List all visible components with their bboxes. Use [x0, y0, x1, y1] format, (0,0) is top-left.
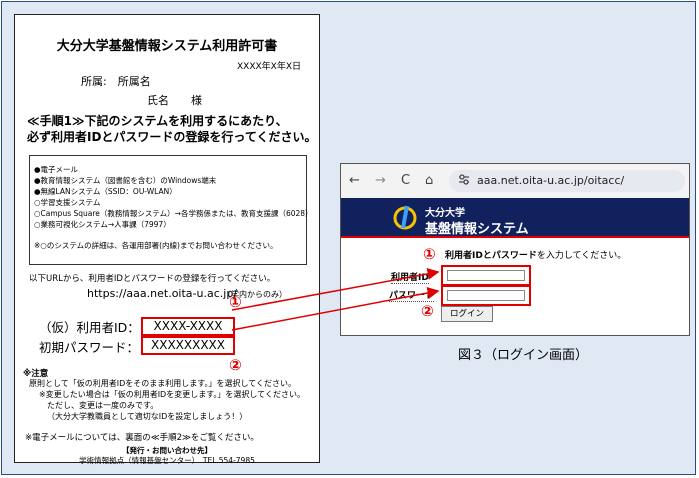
registration-url: https://aaa.net.oita-u.ac.jp/ [87, 287, 238, 300]
marker-1: ① [229, 293, 242, 311]
site-banner: 大分大学 基盤情報システム [341, 198, 689, 237]
email-note: ※電子メールについては、裏面の≪手順2≫をご覧ください。 [25, 433, 259, 443]
permit-document: 大分大学基盤情報システム利用許可書 XXXX年X年X日 所属: 所属名 氏名様 … [14, 14, 320, 465]
banner-system-name: 基盤情報システム [425, 222, 529, 237]
caution-line: ※変更したい場合は「仮の利用者IDを変更します。」を選択してください。 [39, 390, 305, 399]
systems-note: ※○のシステムの詳細は、各運用部署(内線)までお問い合わせください。 [34, 241, 278, 250]
marker-1: ① [423, 245, 436, 263]
step1-line2: 必ず利用者IDとパスワードの登録を行ってください。 [27, 130, 317, 144]
browser-window: ← → C ⌂ aaa.net.oita-u.ac.jp/oitacc/ 大分大… [340, 163, 690, 336]
caution-body: 原則として「仮の利用者IDをそのまま利用します。」を選択してください。 ※変更し… [29, 378, 315, 422]
caution-line: ただし、変更は一度のみです。 [47, 401, 159, 410]
home-icon[interactable]: ⌂ [425, 173, 433, 188]
tune-icon[interactable] [458, 174, 470, 188]
login-prompt: 利用者IDとパスワードを入力してください。 [445, 248, 626, 261]
address-url: aaa.net.oita-u.ac.jp/oitacc/ [477, 174, 625, 187]
document-title: 大分大学基盤情報システム利用許可書 [56, 39, 278, 54]
password-highlight [441, 285, 531, 306]
initial-password-value: XXXXXXXXX [141, 336, 235, 355]
contact-detail: 学術情報拠点（情報基盤センター） TEL.554-7985 [79, 456, 255, 465]
login-button[interactable]: ログイン [441, 306, 493, 322]
user-id-input[interactable] [447, 270, 525, 281]
password-label: パスワード [389, 288, 435, 302]
banner-divider [341, 236, 689, 238]
system-item: ○学習支援システム [34, 198, 101, 207]
user-id-label: 利用者ID [391, 270, 429, 284]
reload-icon[interactable]: C [401, 173, 410, 188]
name-label: 氏名 [147, 94, 169, 107]
name-line: 氏名 様 [147, 92, 202, 108]
back-icon[interactable]: ← [349, 173, 360, 188]
browser-toolbar: ← → C ⌂ aaa.net.oita-u.ac.jp/oitacc/ [341, 164, 689, 199]
address-bar[interactable]: aaa.net.oita-u.ac.jp/oitacc/ [449, 170, 685, 192]
system-item: ●無線LANシステム（SSID：OU-WLAN） [34, 187, 177, 196]
user-id-highlight [441, 265, 531, 286]
figure-caption: 図３（ログイン画面） [458, 348, 589, 363]
password-input[interactable] [447, 290, 525, 301]
system-item: ○業務可視化システム→人事課（7997） [34, 220, 171, 229]
caution-line: 原則として「仮の利用者IDをそのまま利用します。」を選択してください。 [29, 379, 296, 388]
name-suffix: 様 [191, 94, 202, 107]
university-logo-icon [393, 205, 417, 230]
prompt-rest: を入力してください。 [536, 251, 627, 261]
temp-id-label: （仮）利用者ID： [39, 320, 140, 335]
initial-password-label: 初期パスワード： [39, 340, 140, 355]
marker-2: ② [421, 302, 434, 320]
forward-icon[interactable]: → [375, 173, 386, 188]
caution-line: （大分大学教職員として適切なIDを設定しましょう！） [47, 412, 248, 421]
marker-2: ② [229, 356, 242, 374]
step1-instructions: ≪手順1≫下記のシステムを利用するにあたり、 必ず利用者IDとパスワードの登録を… [27, 113, 316, 145]
url-intro: 以下URLから、利用者IDとパスワードの登録を行ってください。 [29, 274, 276, 284]
systems-box: ●電子メール ●教育情報システム（図書館を含む）のWindows端末 ●無線LA… [29, 155, 313, 265]
system-item: ●電子メール [34, 165, 79, 174]
prompt-bold: 利用者IDとパスワード [445, 251, 537, 261]
system-item: ○Campus Square（教務情報システム）→各学務係または、教育支援課（6… [34, 209, 313, 218]
step1-line1: ≪手順1≫下記のシステムを利用するにあたり、 [27, 114, 288, 128]
affiliation: 所属: 所属名 [81, 75, 151, 88]
temp-id-value: XXXX-XXXX [141, 317, 235, 336]
document-date: XXXX年X年X日 [237, 62, 301, 72]
system-item: ●教育情報システム（図書館を含む）のWindows端末 [34, 176, 217, 185]
banner-university: 大分大学 [425, 208, 465, 219]
